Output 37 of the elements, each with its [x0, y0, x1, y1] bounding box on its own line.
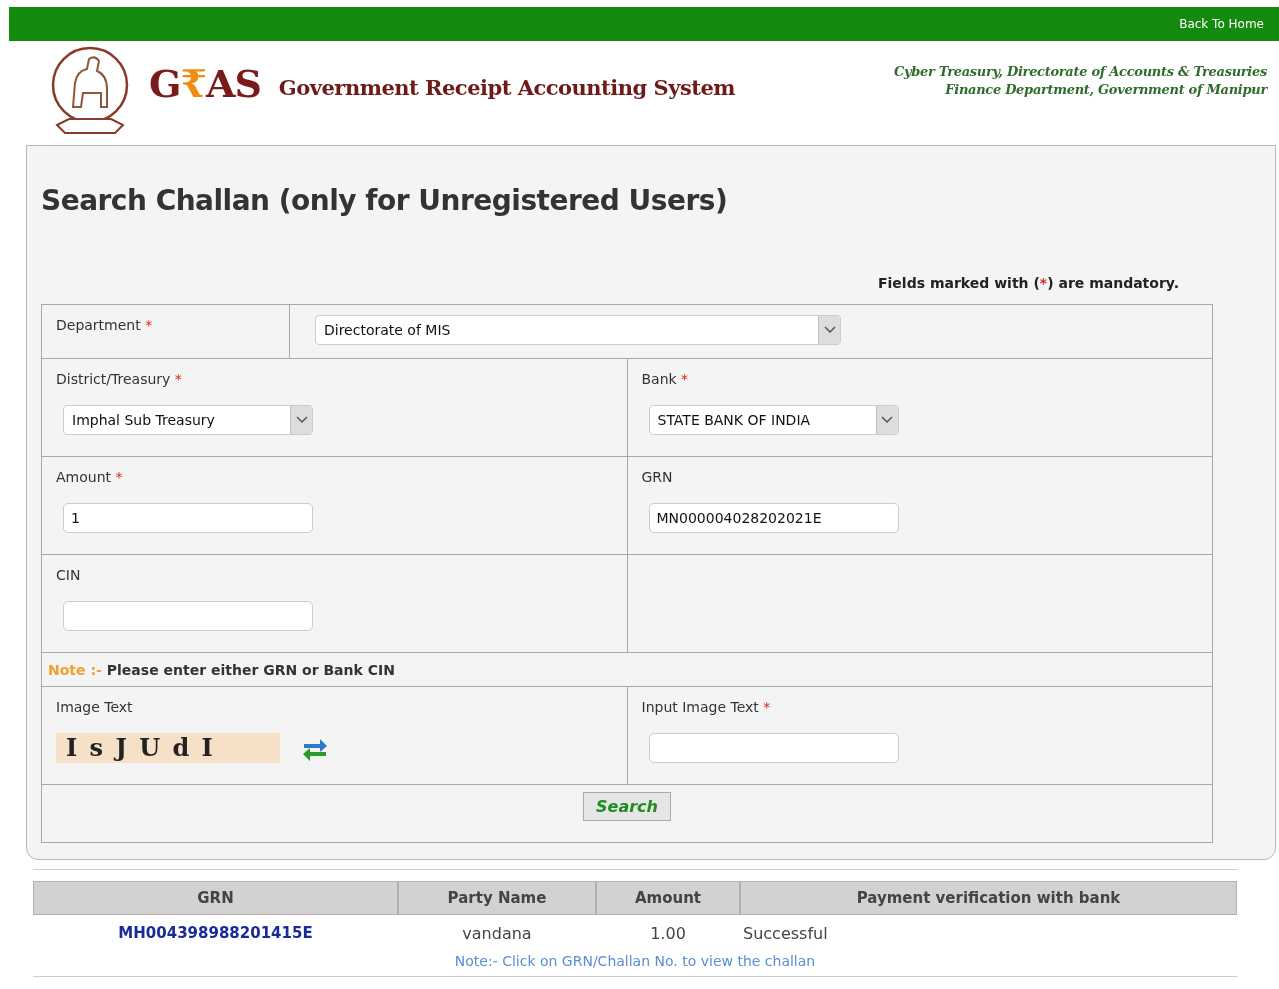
- table-cell-text: 1.00: [649, 923, 687, 943]
- caret-icon: [290, 406, 312, 434]
- results-note: Note:- Click on GRN/Challan No. to view the challan: [33, 951, 1237, 977]
- mandatory-note: Fields marked with (*) are mandatory.: [877, 275, 1180, 291]
- column-header: Party Name: [398, 881, 596, 915]
- column-header: Amount: [596, 881, 740, 915]
- field-label: District/Treasury *: [56, 371, 183, 387]
- back-to-home-link[interactable]: Back To Home: [1179, 17, 1264, 31]
- caret-icon: [818, 316, 840, 344]
- form-note: Note :- Please enter either GRN or Bank CIN: [42, 653, 1212, 687]
- site-title: Government Receipt Accounting System: [278, 75, 735, 100]
- dropdown[interactable]: STATE BANK OF INDIA: [648, 405, 899, 435]
- emblem-icon: [49, 45, 131, 137]
- captcha-image: I s J U d I: [56, 733, 280, 763]
- table-cell-text: vandana: [461, 923, 533, 943]
- input-field[interactable]: MN000004028202021E: [648, 503, 899, 533]
- dropdown[interactable]: Directorate of MIS: [315, 315, 841, 345]
- field-label: Department *: [56, 317, 154, 333]
- organization-line: Cyber Treasury, Directorate of Accounts & Treasuries: [893, 63, 1267, 81]
- table-cell-text: Successful: [742, 923, 829, 943]
- input-field[interactable]: 1: [63, 503, 313, 533]
- field-label: Input Image Text *: [641, 699, 772, 715]
- field-label: Amount *: [56, 469, 124, 485]
- organization-line: Finance Department, Government of Manipur: [945, 81, 1267, 99]
- field-label: Image Text: [56, 699, 134, 715]
- gras-logo: G₹AS: [149, 61, 261, 106]
- field-label: GRN: [641, 469, 674, 485]
- column-header: Payment verification with bank: [740, 881, 1237, 915]
- grn-link[interactable]: MH004398988201415E: [118, 924, 313, 942]
- input-field[interactable]: [648, 733, 899, 763]
- field-label: Bank *: [641, 371, 690, 387]
- input-field[interactable]: [63, 601, 313, 631]
- page-title: Search Challan (only for Unregistered Users): [41, 184, 729, 217]
- dropdown[interactable]: Imphal Sub Treasury: [63, 405, 313, 435]
- field-label: CIN: [56, 567, 82, 583]
- column-header: GRN: [33, 881, 398, 915]
- caret-icon: [875, 406, 898, 434]
